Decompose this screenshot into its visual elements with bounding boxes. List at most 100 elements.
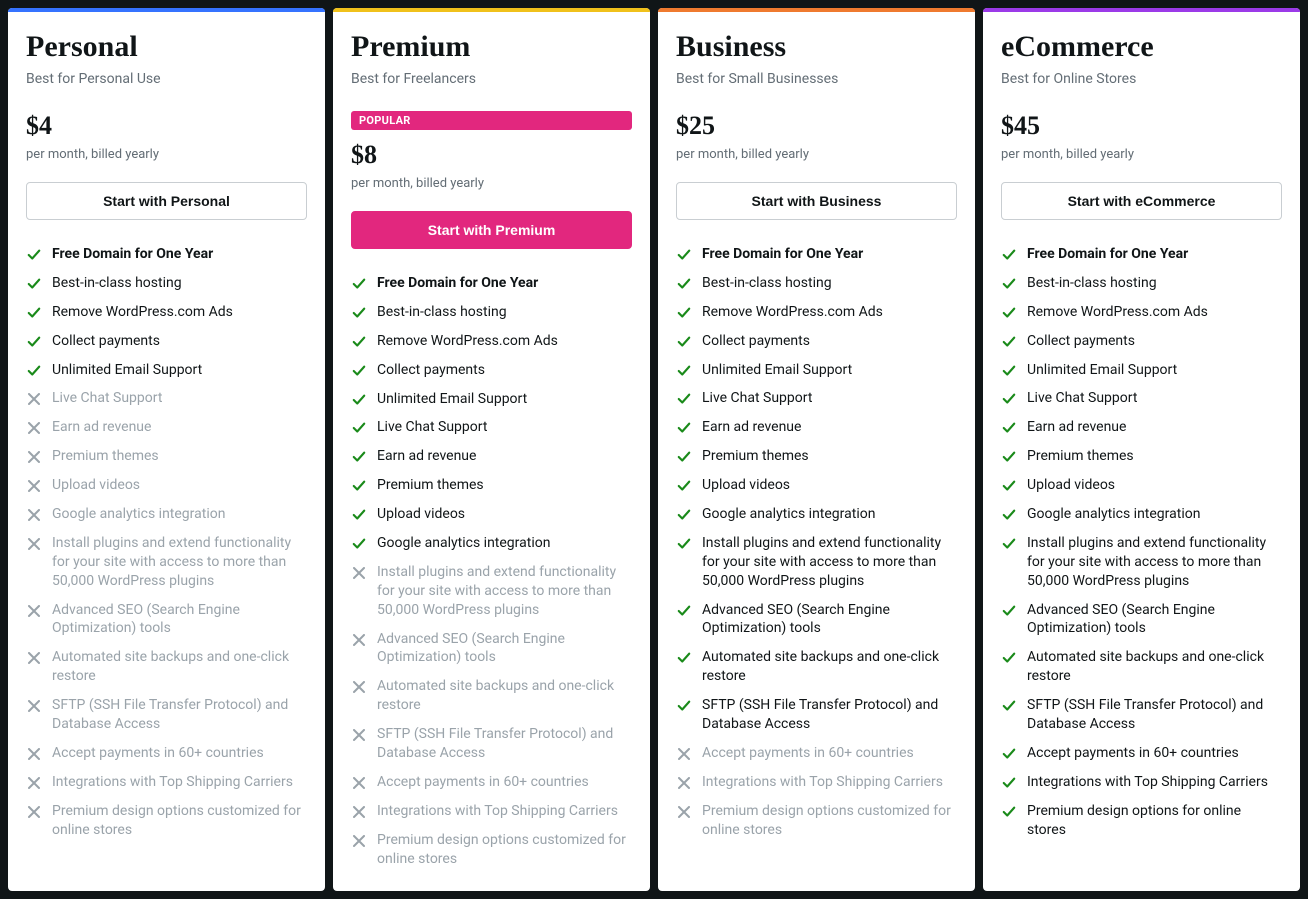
plan-price: $8 <box>351 140 632 170</box>
x-icon <box>26 420 42 436</box>
check-icon <box>676 698 692 714</box>
check-icon <box>1001 478 1017 494</box>
start-button-premium[interactable]: Start with Premium <box>351 211 632 249</box>
feature-label: Automated site backups and one-click res… <box>52 648 307 686</box>
start-button-personal[interactable]: Start with Personal <box>26 182 307 220</box>
feature-row: Automated site backups and one-click res… <box>676 643 957 691</box>
x-icon <box>26 650 42 666</box>
plan-title: Premium <box>351 30 632 63</box>
feature-row: Advanced SEO (Search Engine Optimization… <box>1001 596 1282 644</box>
feature-row: Remove WordPress.com Ads <box>26 298 307 327</box>
feature-label: Best-in-class hosting <box>1027 274 1282 293</box>
feature-label: Collect payments <box>377 361 632 380</box>
check-icon <box>676 305 692 321</box>
check-icon <box>26 305 42 321</box>
feature-label: Premium themes <box>1027 447 1282 466</box>
feature-row: Premium themes <box>676 442 957 471</box>
start-button-business[interactable]: Start with Business <box>676 182 957 220</box>
feature-label: Integrations with Top Shipping Carriers <box>52 773 307 792</box>
feature-label: Upload videos <box>52 476 307 495</box>
feature-row: Install plugins and extend functionality… <box>351 558 632 625</box>
feature-row: Integrations with Top Shipping Carriers <box>1001 768 1282 797</box>
x-icon <box>351 804 367 820</box>
check-icon <box>1001 698 1017 714</box>
feature-row: SFTP (SSH File Transfer Protocol) and Da… <box>1001 691 1282 739</box>
feature-label: Premium design options customized for on… <box>377 831 632 869</box>
feature-row: Unlimited Email Support <box>351 385 632 414</box>
feature-label: Integrations with Top Shipping Carriers <box>702 773 957 792</box>
check-icon <box>1001 420 1017 436</box>
feature-label: Google analytics integration <box>377 534 632 553</box>
price-block: $4per month, billed yearly <box>8 101 325 176</box>
x-icon <box>351 632 367 648</box>
check-icon <box>1001 507 1017 523</box>
feature-label: Premium themes <box>377 476 632 495</box>
feature-row: Google analytics integration <box>676 500 957 529</box>
feature-label: Best-in-class hosting <box>52 274 307 293</box>
feature-label: Install plugins and extend functionality… <box>377 563 632 620</box>
feature-row: Unlimited Email Support <box>1001 356 1282 385</box>
plan-header: PremiumBest for Freelancers <box>333 12 650 101</box>
feature-row: SFTP (SSH File Transfer Protocol) and Da… <box>351 720 632 768</box>
feature-label: Install plugins and extend functionality… <box>702 534 957 591</box>
x-icon <box>26 391 42 407</box>
feature-label: Google analytics integration <box>702 505 957 524</box>
feature-row: Earn ad revenue <box>1001 413 1282 442</box>
check-icon <box>1001 247 1017 263</box>
feature-label: Premium design options customized for on… <box>52 802 307 840</box>
feature-label: Advanced SEO (Search Engine Optimization… <box>1027 601 1282 639</box>
feature-label: Accept payments in 60+ countries <box>52 744 307 763</box>
feature-row: Remove WordPress.com Ads <box>676 298 957 327</box>
feature-label: Unlimited Email Support <box>377 390 632 409</box>
check-icon <box>676 334 692 350</box>
feature-label: Earn ad revenue <box>702 418 957 437</box>
x-icon <box>26 698 42 714</box>
check-icon <box>351 276 367 292</box>
feature-row: Best-in-class hosting <box>1001 269 1282 298</box>
feature-row: Automated site backups and one-click res… <box>1001 643 1282 691</box>
plan-header: eCommerceBest for Online Stores <box>983 12 1300 101</box>
feature-row: Accept payments in 60+ countries <box>26 739 307 768</box>
feature-row: SFTP (SSH File Transfer Protocol) and Da… <box>676 691 957 739</box>
feature-label: Best-in-class hosting <box>377 303 632 322</box>
feature-row: Premium themes <box>351 471 632 500</box>
feature-row: Accept payments in 60+ countries <box>1001 739 1282 768</box>
check-icon <box>351 363 367 379</box>
feature-row: Free Domain for One Year <box>26 240 307 269</box>
check-icon <box>26 334 42 350</box>
feature-label: Free Domain for One Year <box>1027 245 1282 264</box>
feature-label: Collect payments <box>702 332 957 351</box>
feature-label: Accept payments in 60+ countries <box>377 773 632 792</box>
feature-row: Accept payments in 60+ countries <box>676 739 957 768</box>
x-icon <box>26 746 42 762</box>
feature-label: Premium themes <box>702 447 957 466</box>
feature-row: Collect payments <box>1001 327 1282 356</box>
plan-card-ecommerce: eCommerceBest for Online Stores$45per mo… <box>983 8 1300 891</box>
check-icon <box>676 449 692 465</box>
feature-label: Install plugins and extend functionality… <box>1027 534 1282 591</box>
feature-row: Advanced SEO (Search Engine Optimization… <box>676 596 957 644</box>
feature-row: Free Domain for One Year <box>351 269 632 298</box>
check-icon <box>676 536 692 552</box>
x-icon <box>676 775 692 791</box>
plan-billing: per month, billed yearly <box>351 176 632 191</box>
feature-label: Advanced SEO (Search Engine Optimization… <box>702 601 957 639</box>
feature-row: Install plugins and extend functionality… <box>1001 529 1282 596</box>
check-icon <box>676 603 692 619</box>
feature-row: Unlimited Email Support <box>676 356 957 385</box>
feature-label: Earn ad revenue <box>377 447 632 466</box>
check-icon <box>676 391 692 407</box>
feature-row: Premium design options customized for on… <box>676 797 957 845</box>
feature-row: Best-in-class hosting <box>26 269 307 298</box>
check-icon <box>676 478 692 494</box>
check-icon <box>676 650 692 666</box>
feature-row: Earn ad revenue <box>26 413 307 442</box>
feature-row: Live Chat Support <box>351 413 632 442</box>
check-icon <box>1001 746 1017 762</box>
feature-row: Upload videos <box>351 500 632 529</box>
plan-price: $45 <box>1001 111 1282 141</box>
feature-row: Premium design options customized for on… <box>351 826 632 874</box>
check-icon <box>676 507 692 523</box>
check-icon <box>351 478 367 494</box>
start-button-ecommerce[interactable]: Start with eCommerce <box>1001 182 1282 220</box>
